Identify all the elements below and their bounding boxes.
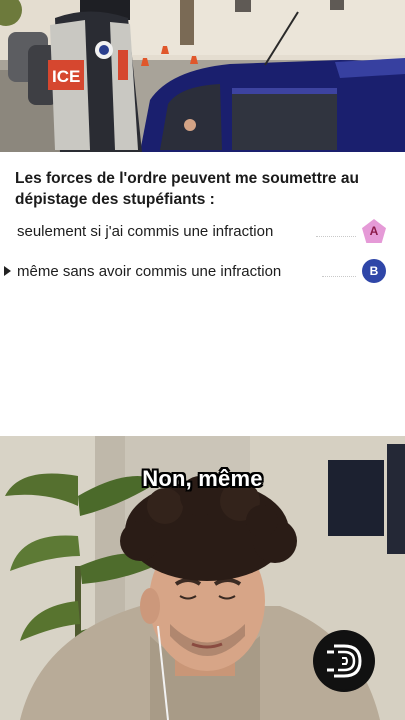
brand-logo-glyph-icon	[315, 632, 373, 690]
vest-text: ICE	[52, 67, 80, 86]
dotted-leader	[316, 236, 356, 237]
answer-option-b[interactable]: même sans avoir commis une infraction B	[0, 259, 405, 285]
police-control-photo: ICE	[0, 0, 405, 152]
quiz-question: Les forces de l'ordre peuvent me soumett…	[15, 170, 359, 208]
video-caption: Non, même	[142, 466, 263, 491]
answer-option-a[interactable]: seulement si j'ai commis une infraction …	[0, 219, 405, 245]
brand-logo-icon[interactable]	[313, 630, 375, 692]
selected-arrow-icon	[4, 266, 11, 276]
answer-b-text: même sans avoir commis une infraction	[17, 263, 282, 280]
answer-a-text: seulement si j'ai commis une infraction	[17, 223, 274, 240]
police-scene-illustration: ICE	[0, 0, 405, 152]
answer-b-badge: B	[362, 259, 386, 283]
dotted-leader	[322, 276, 356, 277]
video-frame: Non, même	[0, 436, 405, 720]
quiz-card: Les forces de l'ordre peuvent me soumett…	[0, 152, 405, 436]
answer-a-badge: A	[362, 219, 386, 243]
